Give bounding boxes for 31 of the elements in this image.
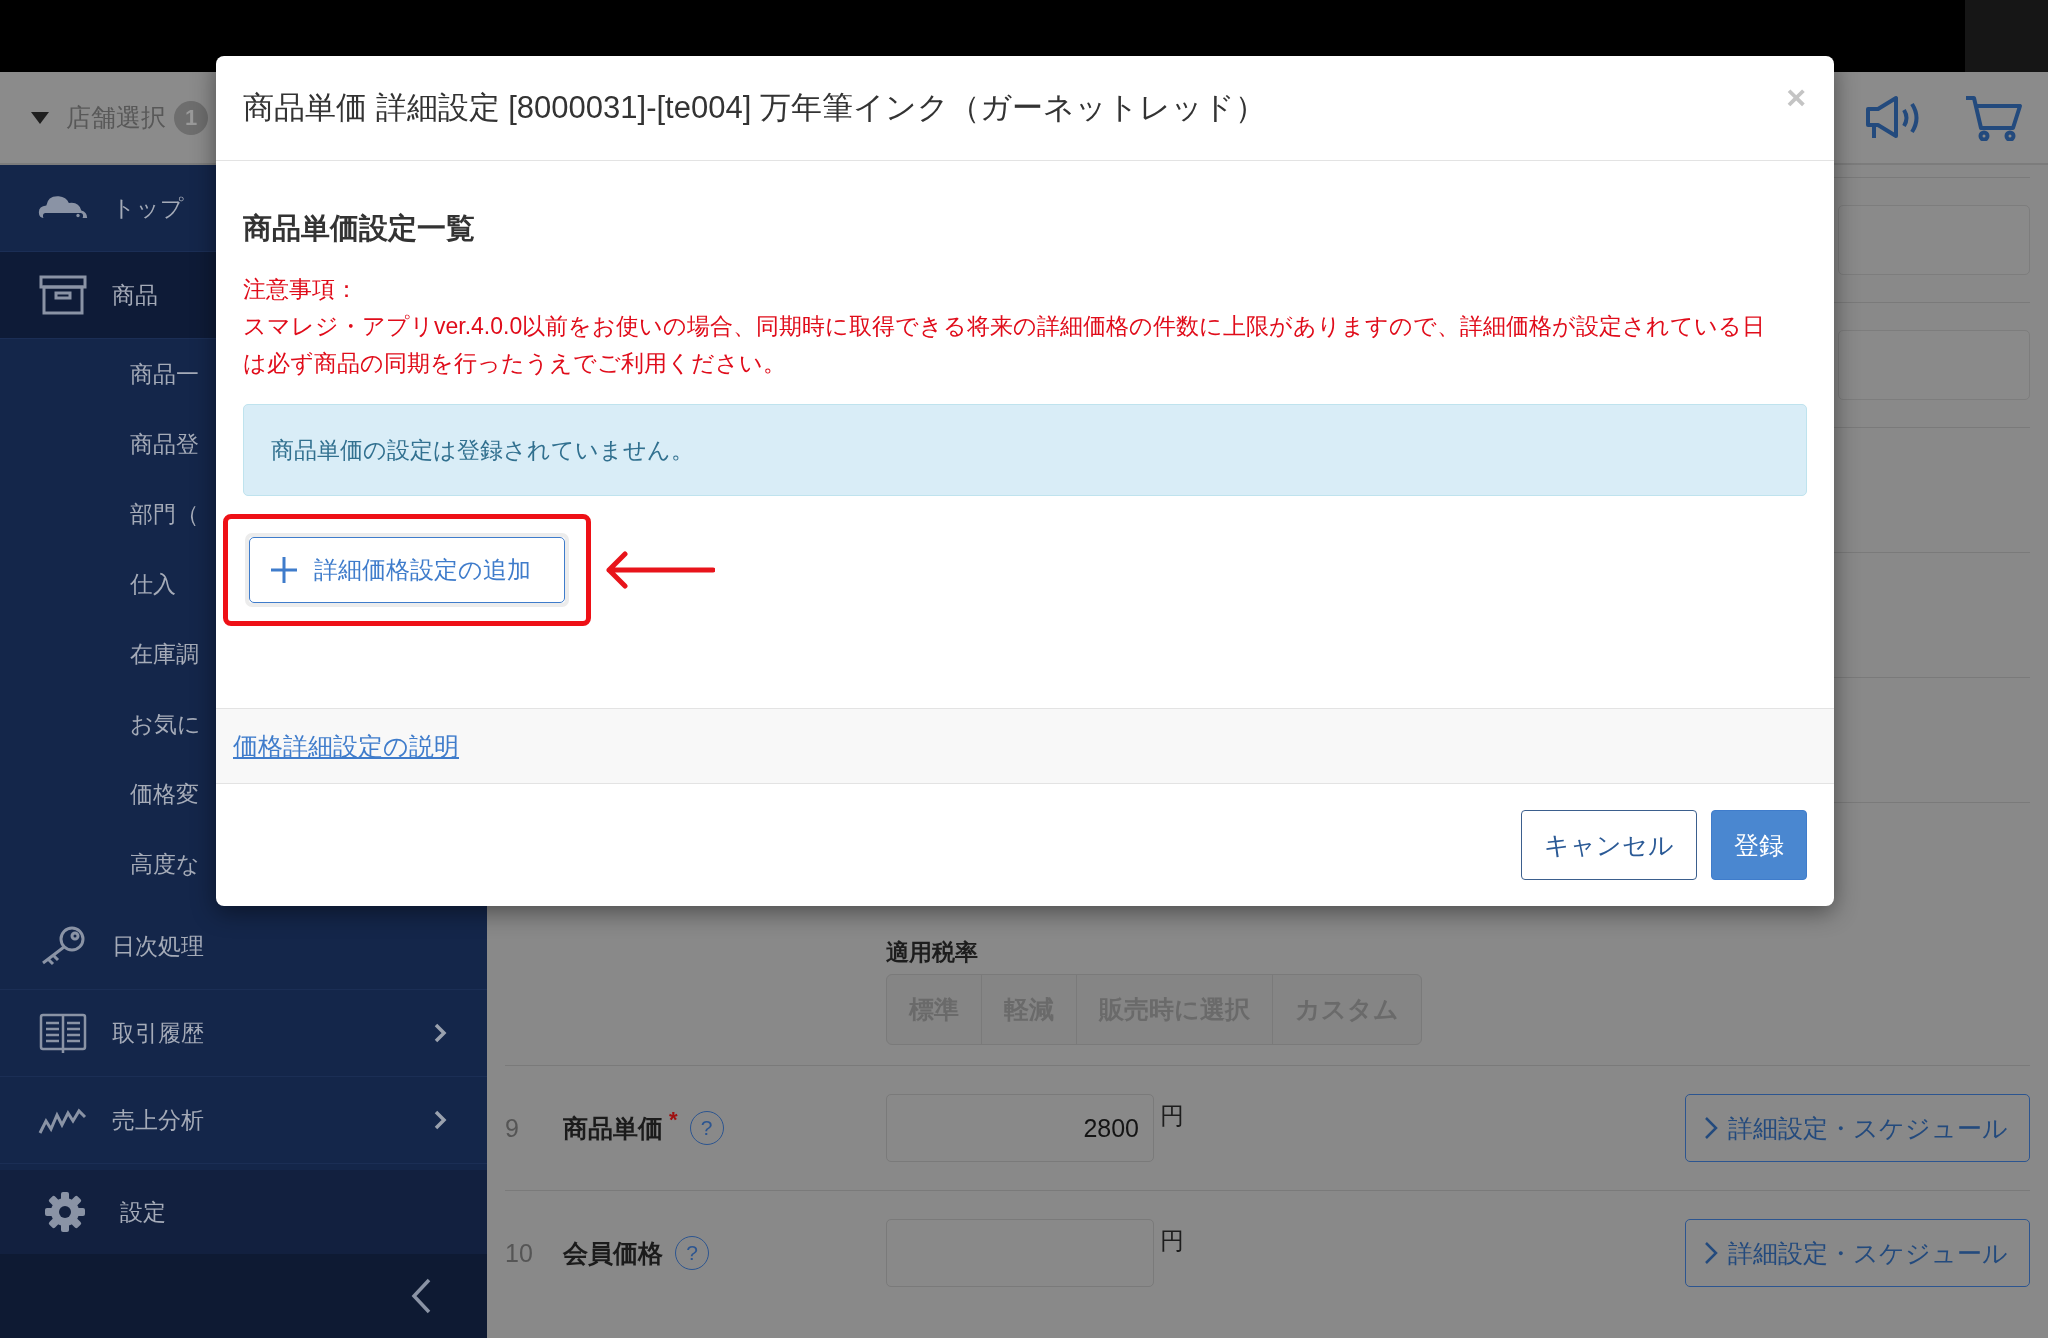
cart-icon[interactable] (1964, 94, 2024, 141)
section-heading: 商品単価設定一覧 (243, 211, 476, 246)
help-link[interactable]: 価格詳細設定の説明 (233, 729, 459, 763)
sidebar-item[interactable]: 売上分析 (0, 1077, 487, 1164)
chevron-right-icon (1704, 1241, 1718, 1265)
dropdown-triangle-icon[interactable] (30, 110, 50, 125)
unit-label: 円 (1160, 1101, 1184, 1131)
sidebar-item[interactable]: 取引履歴 (0, 990, 487, 1077)
modal-title: 商品単価 詳細設定 [8000031]-[te004] 万年筆インク（ガーネットレッド） (243, 89, 1266, 127)
collapse-chevron-icon[interactable] (410, 1278, 432, 1314)
plus-icon (270, 556, 298, 584)
register-button[interactable]: 登録 (1711, 810, 1807, 880)
detail-schedule-button[interactable]: 詳細設定・スケジュール (1685, 1219, 2030, 1287)
add-price-setting-button[interactable]: 詳細価格設定の追加 (249, 537, 565, 603)
notice-title: 注意事項： (243, 275, 359, 304)
price-input[interactable]: 2800 (886, 1094, 1154, 1162)
required-mark: * (669, 1107, 678, 1133)
field-label: 商品単価 (563, 1112, 663, 1144)
settings-item[interactable]: 設定 (0, 1170, 487, 1254)
cancel-button[interactable]: キャンセル (1521, 810, 1697, 880)
archive-box-icon (38, 274, 88, 316)
book-icon (38, 1012, 88, 1054)
info-alert: 商品単価の設定は登録されていません。 (243, 404, 1807, 496)
input-field[interactable] (1838, 330, 2030, 400)
tax-rate-label: 適用税率 (886, 938, 979, 967)
input-field[interactable] (1838, 205, 2030, 275)
detail-schedule-button[interactable]: 詳細設定・スケジュール (1685, 1094, 2030, 1162)
chevron-right-icon (1704, 1116, 1718, 1140)
notice-text: スマレジ・アプリver.4.0.0以前をお使いの場合、同期時に取得できる将来の詳細価格の件数に上限がありますので、詳細価格が設定されている日は必ず商品の同期を行ったうえでご利用ください。 (243, 312, 1767, 378)
unit-label: 円 (1160, 1226, 1184, 1256)
field-label: 会員価格 (563, 1237, 663, 1269)
